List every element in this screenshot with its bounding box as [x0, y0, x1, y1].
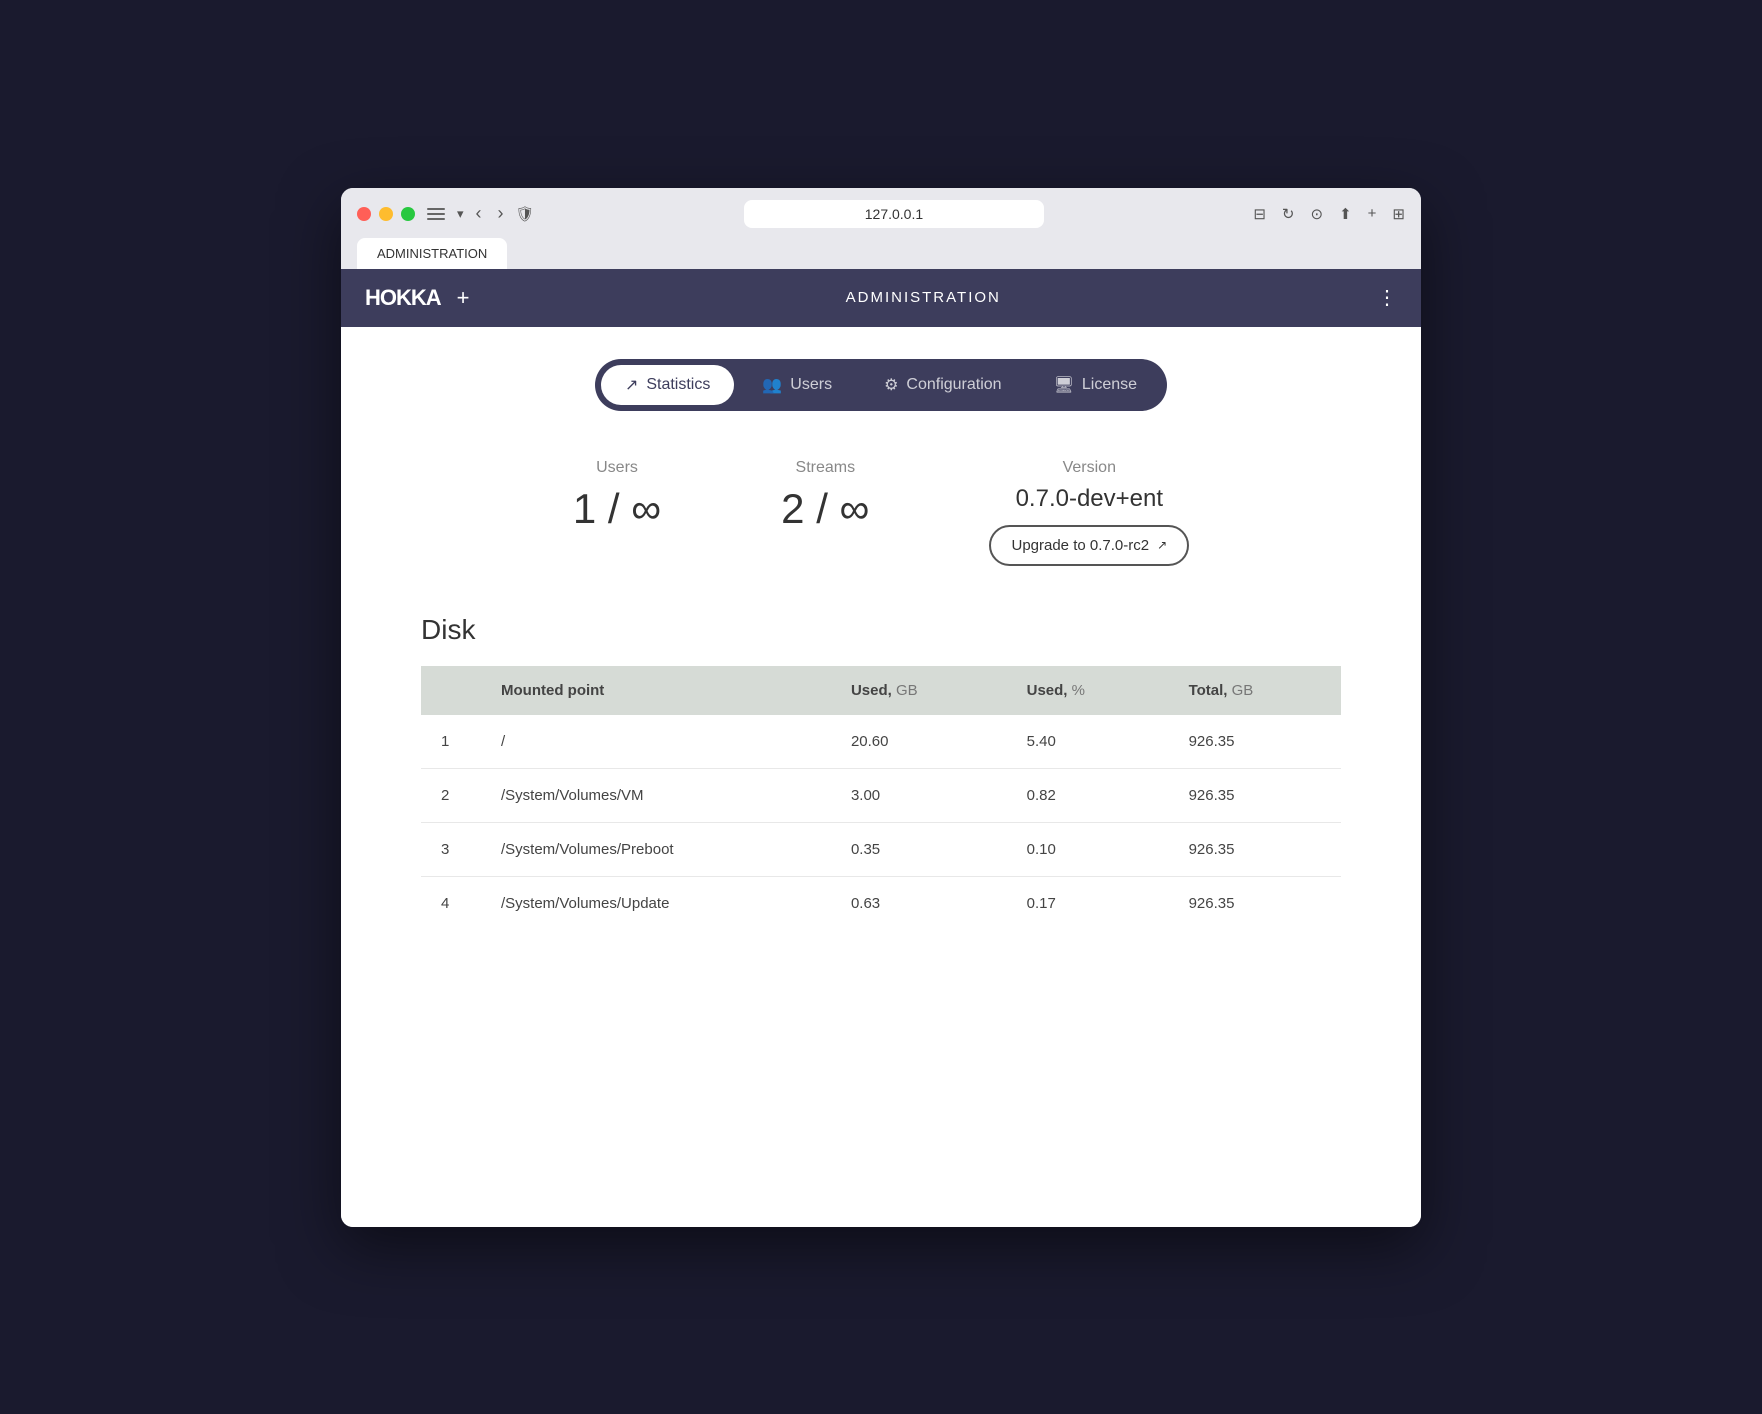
traffic-lights: [357, 207, 415, 221]
tab-configuration[interactable]: ⚙ Configuration: [860, 365, 1026, 405]
dropdown-arrow-icon[interactable]: ▾: [457, 206, 464, 222]
browser-window: ▾ ‹ › 🛡 ⊟ ↻ ⊙ ⬆ + ⊞ ADMINISTRATION: [341, 188, 1421, 1227]
tab-configuration-label: Configuration: [906, 376, 1001, 394]
more-options-button[interactable]: ⋮: [1377, 285, 1397, 310]
stats-row: Users 1 / ∞ Streams 2 / ∞ Version 0.7.0-…: [421, 459, 1341, 566]
cell-index: 2: [421, 768, 481, 822]
minimize-button[interactable]: [379, 207, 393, 221]
cell-total-gb: 926.35: [1169, 876, 1341, 930]
tab-statistics[interactable]: ↗ Statistics: [601, 365, 734, 405]
app-content: ↗ Statistics 👥 Users ⚙ Configuration 🖥 L…: [341, 327, 1421, 1227]
tab-label: ADMINISTRATION: [377, 246, 487, 261]
cell-mount: /System/Volumes/Preboot: [481, 822, 831, 876]
cell-used-gb: 20.60: [831, 715, 1007, 769]
cell-used-pct: 0.10: [1007, 822, 1169, 876]
cell-index: 4: [421, 876, 481, 930]
stat-streams: Streams 2 / ∞: [781, 459, 869, 566]
new-tab-icon[interactable]: +: [1368, 205, 1377, 222]
back-button[interactable]: ‹: [472, 203, 486, 224]
tab-license-label: License: [1082, 376, 1137, 394]
col-mount: Mounted point: [481, 666, 831, 715]
upgrade-button-label: Upgrade to 0.7.0-rc2: [1011, 537, 1149, 554]
upgrade-button[interactable]: Upgrade to 0.7.0-rc2 ↗: [989, 525, 1189, 566]
download-icon[interactable]: ⊙: [1311, 205, 1324, 223]
stat-users: Users 1 / ∞: [573, 459, 661, 566]
tab-statistics-label: Statistics: [646, 376, 710, 394]
cell-index: 1: [421, 715, 481, 769]
translate-icon[interactable]: ⊟: [1253, 205, 1266, 223]
stat-users-value: 1 / ∞: [573, 485, 661, 533]
url-input[interactable]: [744, 200, 1044, 228]
app-logo: HOKKA: [365, 285, 441, 311]
stat-version: Version 0.7.0-dev+ent Upgrade to 0.7.0-r…: [989, 459, 1189, 566]
forward-button[interactable]: ›: [494, 203, 508, 224]
active-tab[interactable]: ADMINISTRATION: [357, 238, 507, 269]
external-link-icon: ↗: [1157, 538, 1167, 552]
add-button[interactable]: +: [457, 285, 470, 311]
cell-index: 3: [421, 822, 481, 876]
cell-mount: /System/Volumes/Update: [481, 876, 831, 930]
maximize-button[interactable]: [401, 207, 415, 221]
users-icon: 👥: [762, 375, 782, 395]
cell-used-gb: 3.00: [831, 768, 1007, 822]
cell-used-gb: 0.35: [831, 822, 1007, 876]
cell-used-gb: 0.63: [831, 876, 1007, 930]
col-total-gb: Total, GB: [1169, 666, 1341, 715]
cell-total-gb: 926.35: [1169, 768, 1341, 822]
license-icon: 🖥: [1054, 375, 1074, 395]
browser-chrome: ▾ ‹ › 🛡 ⊟ ↻ ⊙ ⬆ + ⊞ ADMINISTRATION: [341, 188, 1421, 269]
table-header-row: Mounted point Used, GB Used, % Total,: [421, 666, 1341, 715]
tab-navigation: ↗ Statistics 👥 Users ⚙ Configuration 🖥 L…: [595, 359, 1167, 411]
share-icon[interactable]: ⬆: [1339, 205, 1352, 223]
browser-tab-bar: ADMINISTRATION: [357, 238, 1405, 269]
col-used-pct: Used, %: [1007, 666, 1169, 715]
sidebar-toggle[interactable]: [427, 208, 445, 220]
browser-actions: ⊟ ↻ ⊙ ⬆ + ⊞: [1253, 205, 1405, 223]
table-row: 2 /System/Volumes/VM 3.00 0.82 926.35: [421, 768, 1341, 822]
app-title: ADMINISTRATION: [470, 289, 1377, 306]
cell-used-pct: 0.17: [1007, 876, 1169, 930]
cell-mount: /System/Volumes/VM: [481, 768, 831, 822]
disk-table: Mounted point Used, GB Used, % Total,: [421, 666, 1341, 930]
configuration-icon: ⚙: [884, 375, 898, 395]
browser-titlebar: ▾ ‹ › 🛡 ⊟ ↻ ⊙ ⬆ + ⊞: [357, 200, 1405, 228]
cell-total-gb: 926.35: [1169, 822, 1341, 876]
stat-streams-value: 2 / ∞: [781, 485, 869, 533]
disk-section-title: Disk: [421, 614, 1341, 646]
table-row: 1 / 20.60 5.40 926.35: [421, 715, 1341, 769]
shield-icon: 🛡: [516, 205, 535, 223]
stat-streams-label: Streams: [781, 459, 869, 477]
col-used-gb: Used, GB: [831, 666, 1007, 715]
table-row: 4 /System/Volumes/Update 0.63 0.17 926.3…: [421, 876, 1341, 930]
stat-version-value: 0.7.0-dev+ent: [989, 485, 1189, 513]
col-index: [421, 666, 481, 715]
app-header: HOKKA + ADMINISTRATION ⋮: [341, 269, 1421, 327]
statistics-icon: ↗: [625, 375, 638, 395]
stat-users-label: Users: [573, 459, 661, 477]
close-button[interactable]: [357, 207, 371, 221]
tab-users-label: Users: [790, 376, 832, 394]
stat-version-label: Version: [989, 459, 1189, 477]
grid-icon[interactable]: ⊞: [1392, 205, 1405, 223]
tab-users[interactable]: 👥 Users: [738, 365, 856, 405]
tab-license[interactable]: 🖥 License: [1030, 365, 1161, 405]
disk-section: Disk Mounted point Used, GB Used,: [421, 614, 1341, 930]
cell-total-gb: 926.35: [1169, 715, 1341, 769]
table-row: 3 /System/Volumes/Preboot 0.35 0.10 926.…: [421, 822, 1341, 876]
browser-controls: ▾ ‹ › 🛡: [427, 203, 535, 224]
cell-used-pct: 5.40: [1007, 715, 1169, 769]
cell-mount: /: [481, 715, 831, 769]
refresh-icon[interactable]: ↻: [1282, 205, 1295, 223]
address-bar: [547, 200, 1242, 228]
cell-used-pct: 0.82: [1007, 768, 1169, 822]
